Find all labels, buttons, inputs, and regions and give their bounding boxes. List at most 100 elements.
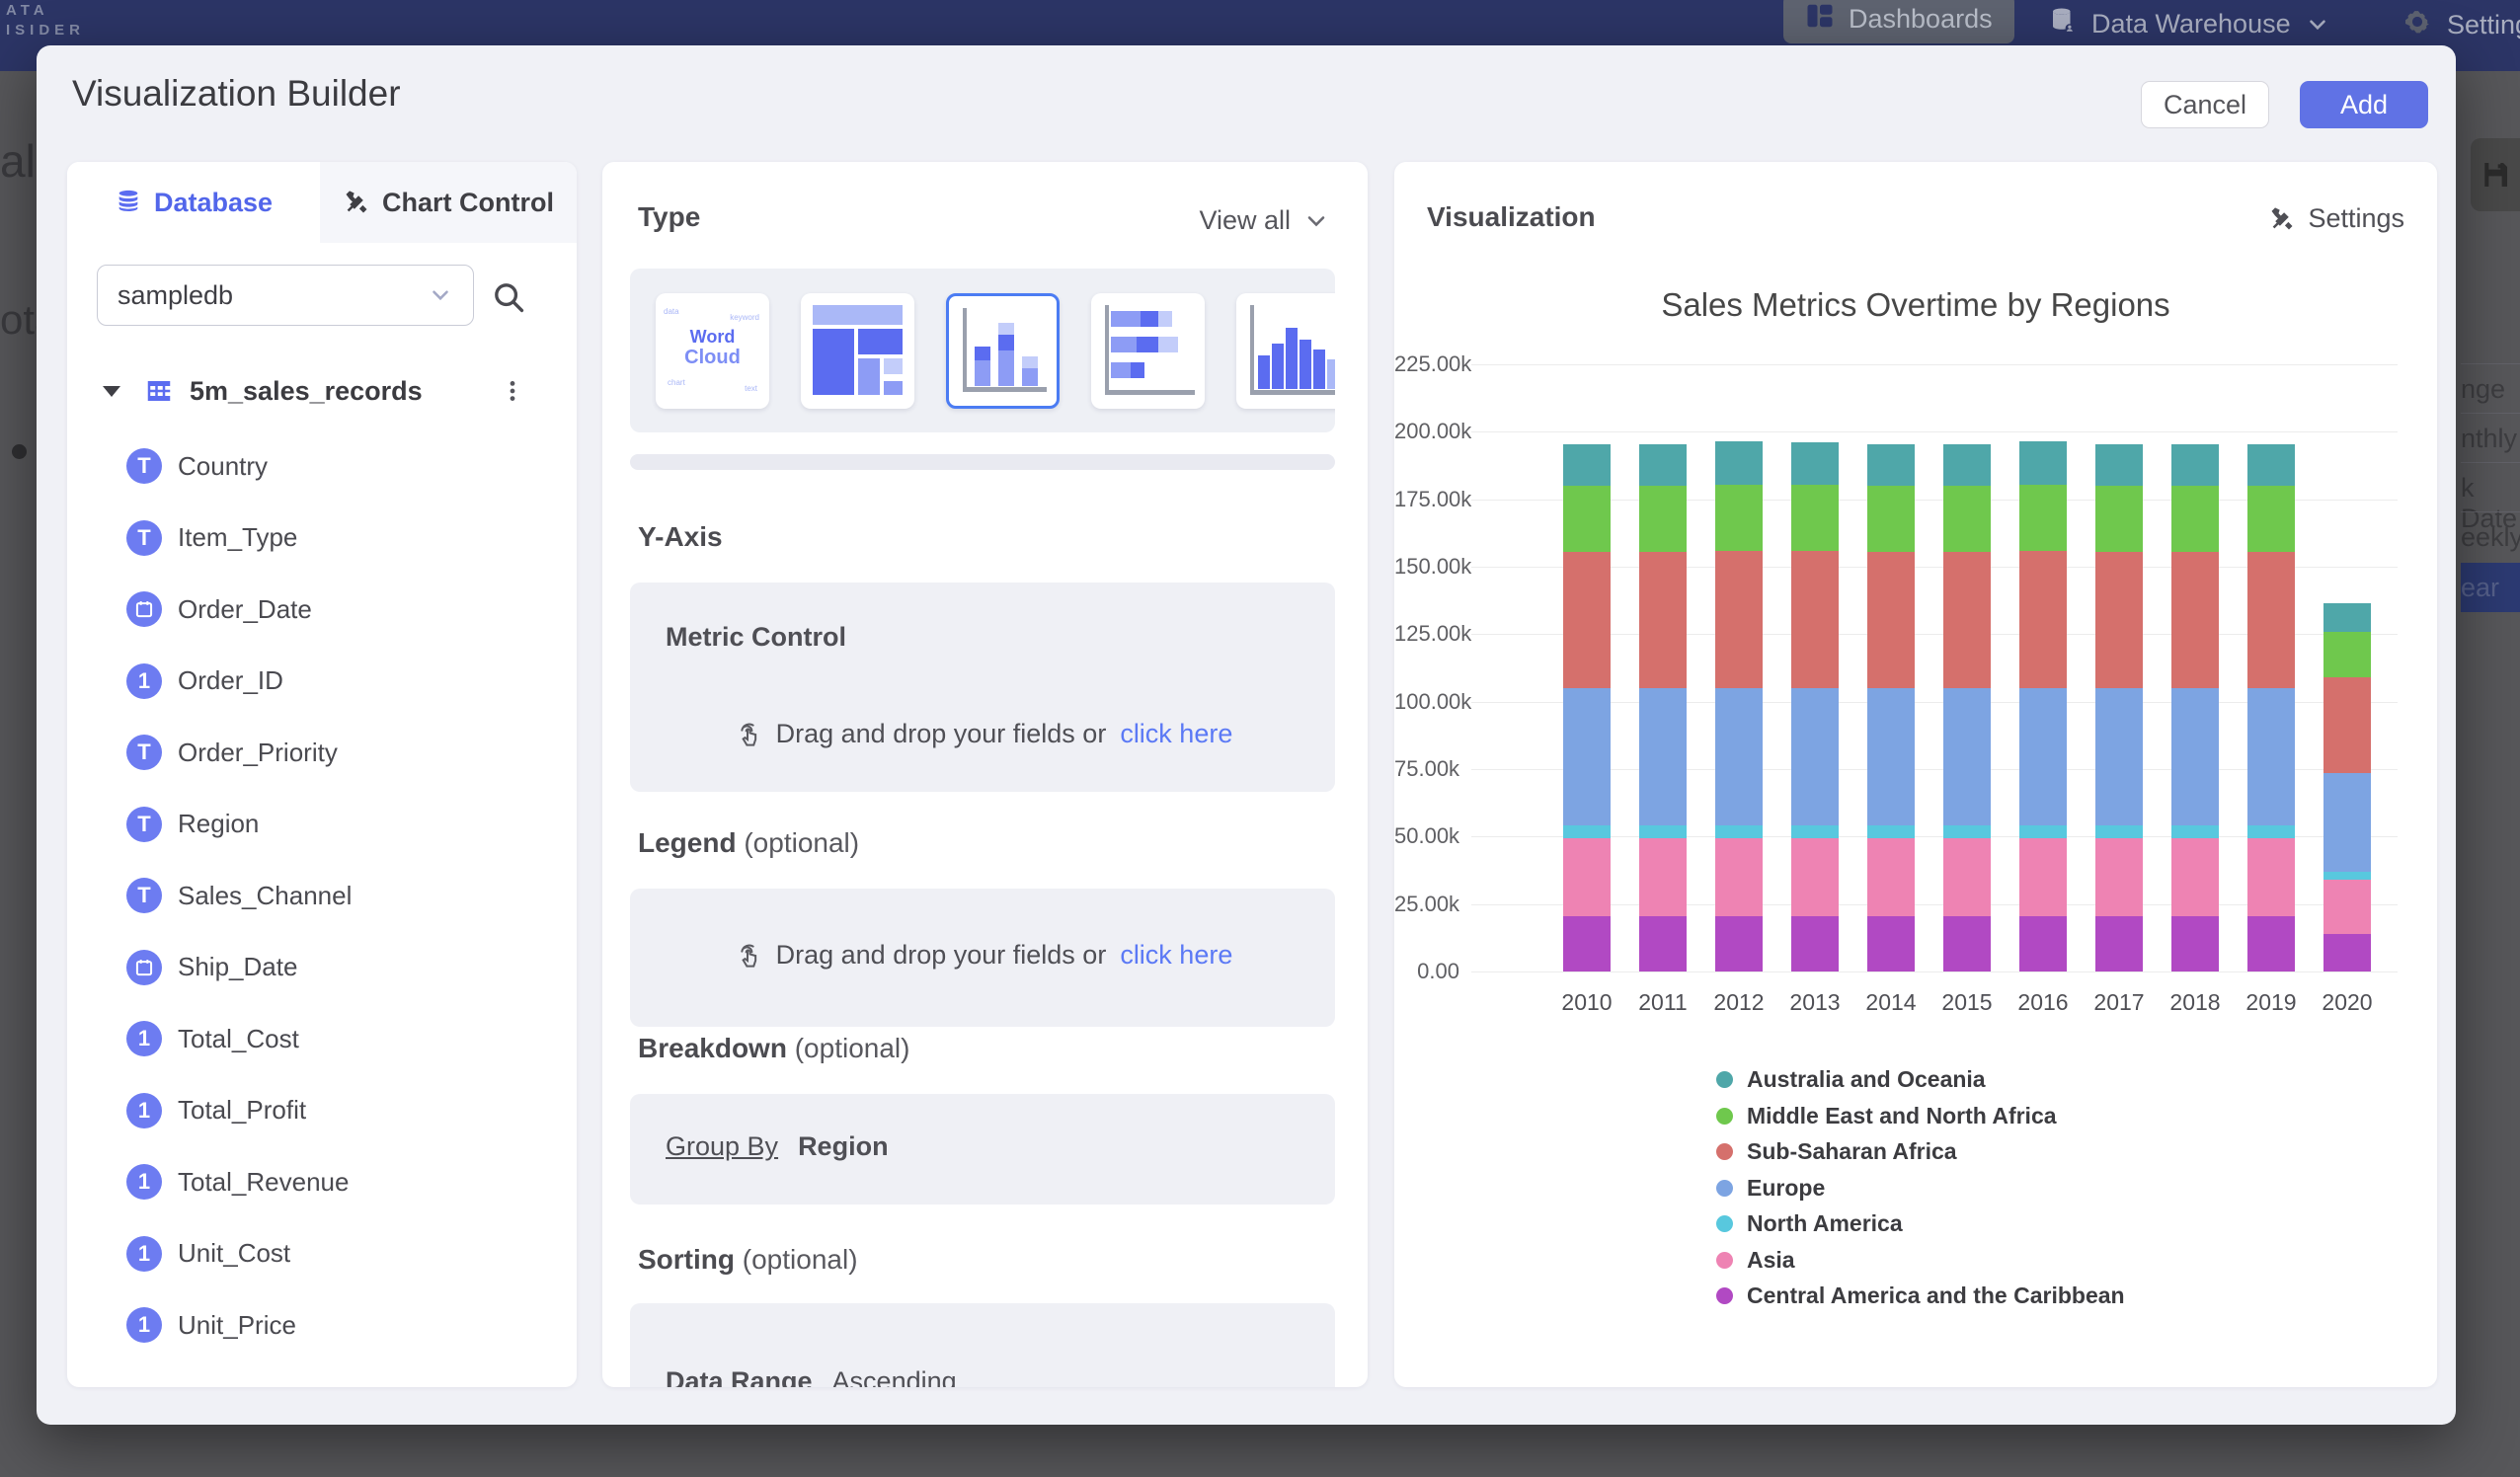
bar-segment-2020-north-america[interactable] xyxy=(2323,872,2371,880)
bar-segment-2015-europe[interactable] xyxy=(1943,688,1991,825)
bar-segment-2010-middle-east-and-north-africa[interactable] xyxy=(1563,486,1611,552)
bar-segment-2017-middle-east-and-north-africa[interactable] xyxy=(2095,486,2143,552)
chart-type-stacked-column[interactable] xyxy=(946,293,1060,409)
field-item-ship_date[interactable]: Ship_Date xyxy=(67,944,577,991)
bar-segment-2010-central-america-and-the-caribbean[interactable] xyxy=(1563,916,1611,972)
bar-segment-2018-europe[interactable] xyxy=(2171,688,2219,825)
bar-segment-2019-australia-and-oceania[interactable] xyxy=(2247,444,2295,486)
bar-segment-2020-middle-east-and-north-africa[interactable] xyxy=(2323,632,2371,677)
field-item-sales_channel[interactable]: TSales_Channel xyxy=(67,872,577,919)
bar-segment-2012-central-america-and-the-caribbean[interactable] xyxy=(1715,916,1763,972)
chart-type-treemap[interactable] xyxy=(801,293,914,409)
bar-segment-2015-north-america[interactable] xyxy=(1943,825,1991,837)
bar-segment-2010-sub-saharan-africa[interactable] xyxy=(1563,552,1611,688)
bar-segment-2017-north-america[interactable] xyxy=(2095,825,2143,837)
bar-segment-2011-north-america[interactable] xyxy=(1639,825,1687,837)
bar-segment-2013-sub-saharan-africa[interactable] xyxy=(1791,551,1839,688)
bar-segment-2016-central-america-and-the-caribbean[interactable] xyxy=(2019,916,2067,972)
bar-segment-2011-middle-east-and-north-africa[interactable] xyxy=(1639,486,1687,552)
bar-segment-2011-europe[interactable] xyxy=(1639,688,1687,825)
bar-segment-2014-sub-saharan-africa[interactable] xyxy=(1867,552,1915,688)
bar-segment-2013-middle-east-and-north-africa[interactable] xyxy=(1791,485,1839,551)
legend-dropzone[interactable]: Drag and drop your fields or click here xyxy=(630,889,1335,1027)
bar-segment-2018-central-america-and-the-caribbean[interactable] xyxy=(2171,916,2219,972)
bar-segment-2019-asia[interactable] xyxy=(2247,838,2295,916)
view-all-dropdown[interactable]: View all xyxy=(1199,205,1330,236)
bar-segment-2018-asia[interactable] xyxy=(2171,838,2219,916)
database-select[interactable]: sampledb xyxy=(97,265,474,326)
bar-segment-2019-middle-east-and-north-africa[interactable] xyxy=(2247,486,2295,552)
bar-segment-2020-asia[interactable] xyxy=(2323,880,2371,934)
bar-segment-2015-australia-and-oceania[interactable] xyxy=(1943,444,1991,486)
legend-item-asia[interactable]: Asia xyxy=(1716,1247,1795,1274)
sorting-box[interactable]: Data Range Ascending xyxy=(630,1303,1335,1387)
chart-type-stacked-bar[interactable] xyxy=(1091,293,1205,409)
bar-segment-2011-sub-saharan-africa[interactable] xyxy=(1639,552,1687,688)
search-button[interactable] xyxy=(490,278,529,318)
bar-segment-2012-europe[interactable] xyxy=(1715,688,1763,825)
bar-segment-2014-australia-and-oceania[interactable] xyxy=(1867,444,1915,486)
bar-segment-2020-central-america-and-the-caribbean[interactable] xyxy=(2323,934,2371,972)
legend-click-here-link[interactable]: click here xyxy=(1120,940,1232,971)
bar-segment-2010-north-america[interactable] xyxy=(1563,825,1611,837)
save-button[interactable] xyxy=(2471,138,2520,211)
bar-segment-2013-australia-and-oceania[interactable] xyxy=(1791,442,1839,484)
bar-segment-2018-australia-and-oceania[interactable] xyxy=(2171,444,2219,486)
field-item-order_date[interactable]: Order_Date xyxy=(67,585,577,633)
bar-segment-2013-central-america-and-the-caribbean[interactable] xyxy=(1791,916,1839,972)
chart-type-scrollbar[interactable] xyxy=(630,454,1335,470)
field-item-total_revenue[interactable]: 1Total_Revenue xyxy=(67,1158,577,1205)
field-item-unit_price[interactable]: 1Unit_Price xyxy=(67,1301,577,1349)
field-item-total_profit[interactable]: 1Total_Profit xyxy=(67,1087,577,1134)
bar-segment-2012-asia[interactable] xyxy=(1715,838,1763,916)
field-item-order_id[interactable]: 1Order_ID xyxy=(67,658,577,705)
tab-database[interactable]: Database xyxy=(67,162,320,243)
bar-segment-2019-europe[interactable] xyxy=(2247,688,2295,825)
bar-segment-2015-asia[interactable] xyxy=(1943,838,1991,916)
tab-chart-control[interactable]: Chart Control xyxy=(320,162,577,243)
bar-segment-2011-central-america-and-the-caribbean[interactable] xyxy=(1639,916,1687,972)
legend-item-central-america-and-the-caribbean[interactable]: Central America and the Caribbean xyxy=(1716,1283,2125,1309)
bar-segment-2017-sub-saharan-africa[interactable] xyxy=(2095,552,2143,688)
bar-segment-2018-middle-east-and-north-africa[interactable] xyxy=(2171,486,2219,552)
group-by-label[interactable]: Group By xyxy=(666,1131,778,1162)
bar-segment-2016-sub-saharan-africa[interactable] xyxy=(2019,551,2067,688)
metric-control-dropzone[interactable]: Metric Control Drag and drop your fields… xyxy=(630,583,1335,792)
bar-segment-2016-middle-east-and-north-africa[interactable] xyxy=(2019,485,2067,551)
bar-segment-2010-europe[interactable] xyxy=(1563,688,1611,825)
field-item-order_priority[interactable]: TOrder_Priority xyxy=(67,729,577,776)
bar-segment-2019-central-america-and-the-caribbean[interactable] xyxy=(2247,916,2295,972)
legend-item-australia-and-oceania[interactable]: Australia and Oceania xyxy=(1716,1066,1986,1093)
table-row-5m-sales-records[interactable]: 5m_sales_records xyxy=(67,367,577,415)
chart-type-column[interactable] xyxy=(1236,293,1335,409)
field-item-region[interactable]: TRegion xyxy=(67,801,577,848)
bar-segment-2017-asia[interactable] xyxy=(2095,838,2143,916)
bar-segment-2010-asia[interactable] xyxy=(1563,838,1611,916)
bar-segment-2014-asia[interactable] xyxy=(1867,838,1915,916)
nav-item-settings[interactable]: Settings xyxy=(2402,6,2520,44)
bar-segment-2015-central-america-and-the-caribbean[interactable] xyxy=(1943,916,1991,972)
legend-item-sub-saharan-africa[interactable]: Sub-Saharan Africa xyxy=(1716,1138,1957,1165)
bar-segment-2010-australia-and-oceania[interactable] xyxy=(1563,444,1611,486)
bar-segment-2017-europe[interactable] xyxy=(2095,688,2143,825)
bar-segment-2018-north-america[interactable] xyxy=(2171,825,2219,837)
metric-click-here-link[interactable]: click here xyxy=(1120,719,1232,749)
visualization-settings-button[interactable]: Settings xyxy=(2268,203,2404,234)
bar-segment-2016-north-america[interactable] xyxy=(2019,825,2067,837)
legend-item-middle-east-and-north-africa[interactable]: Middle East and North Africa xyxy=(1716,1103,2057,1129)
kebab-menu-icon[interactable] xyxy=(500,378,525,404)
bar-segment-2012-sub-saharan-africa[interactable] xyxy=(1715,551,1763,688)
bar-segment-2016-europe[interactable] xyxy=(2019,688,2067,825)
cancel-button[interactable]: Cancel xyxy=(2141,81,2269,128)
bar-segment-2019-sub-saharan-africa[interactable] xyxy=(2247,552,2295,688)
bar-segment-2020-australia-and-oceania[interactable] xyxy=(2323,603,2371,632)
chart-type-word-cloud[interactable]: datakeywordWordCloudcharttext xyxy=(656,293,769,409)
bar-segment-2011-asia[interactable] xyxy=(1639,838,1687,916)
nav-item-dashboards[interactable]: Dashboards xyxy=(1783,0,2014,43)
bar-segment-2014-middle-east-and-north-africa[interactable] xyxy=(1867,486,1915,552)
bar-segment-2013-north-america[interactable] xyxy=(1791,825,1839,837)
bar-segment-2016-asia[interactable] xyxy=(2019,838,2067,916)
bar-segment-2014-central-america-and-the-caribbean[interactable] xyxy=(1867,916,1915,972)
legend-item-north-america[interactable]: North America xyxy=(1716,1210,1903,1237)
bar-segment-2015-middle-east-and-north-africa[interactable] xyxy=(1943,486,1991,552)
